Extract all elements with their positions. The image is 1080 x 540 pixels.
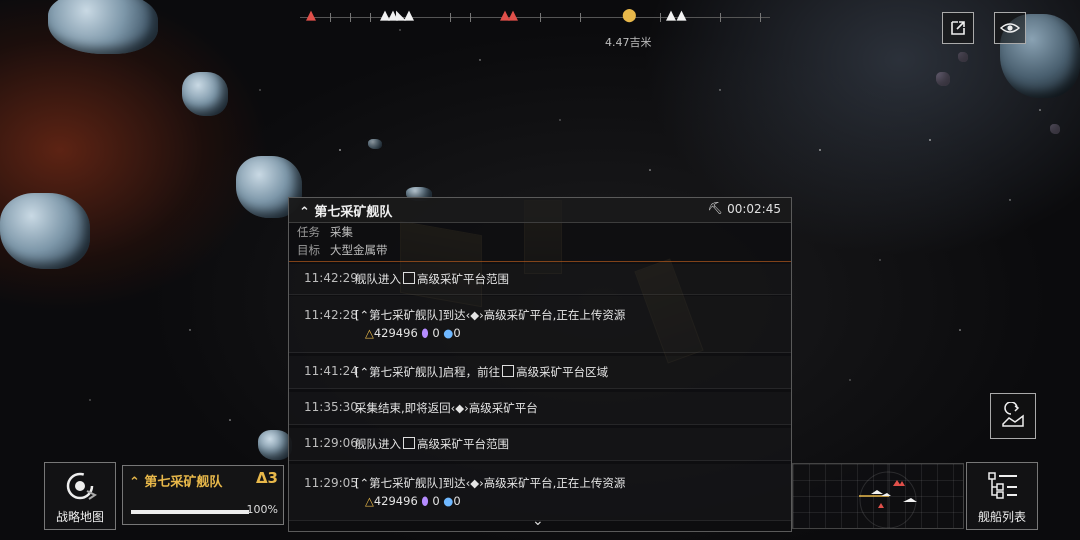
distance-readout: 4.47吉米 <box>605 36 652 49</box>
asteroid <box>1050 124 1060 134</box>
compass-tick <box>350 13 351 22</box>
log-message: [⌃第七采矿舰队]到达‹◆›高级采矿平台,正在上传资源 <box>355 308 626 322</box>
minimap-markers <box>859 464 917 528</box>
crystal-icon: ⬮ <box>421 326 429 340</box>
log-row: 11:42:28 [⌃第七采矿舰队]到达‹◆›高级采矿平台,正在上传资源 △42… <box>289 296 791 353</box>
log-row: 11:29:06 舰队进入 高级采矿平台范围 <box>289 428 791 461</box>
gold-location-pin-icon[interactable]: ⬤ <box>622 8 636 23</box>
panel-timer: 00:02:45 <box>727 202 781 216</box>
fleet-chevron-icon: ⌃ <box>299 205 315 220</box>
asteroid <box>182 72 228 116</box>
map-arrow-icon <box>1002 402 1024 427</box>
panel-title: ⌃ 第七采矿舰队 <box>299 205 393 220</box>
asteroid <box>958 52 968 62</box>
asteroid <box>0 193 90 269</box>
square-platform-icon <box>502 365 515 377</box>
compass-tick <box>720 13 721 22</box>
diamond-platform-icon: ‹◆› <box>465 308 484 322</box>
fleet-chevron-icon: ⌃ <box>129 475 145 490</box>
metal-icon: △ <box>365 494 374 508</box>
white-fleet-marker-icon[interactable]: ▲ ▲ <box>666 8 686 23</box>
compass-bar: ▲ ▲▲◣▲ ▲▲ ⬤ ▲ ▲ 4.47吉米 <box>300 6 770 49</box>
map-tool-button[interactable] <box>990 393 1036 439</box>
crystal-icon: ⬮ <box>421 494 429 508</box>
ship-list-button[interactable]: 舰船列表 <box>966 462 1038 530</box>
log-time: 11:42:28 <box>304 308 358 322</box>
white-fleet-marker-icon[interactable]: ▲▲◣▲ <box>380 8 414 23</box>
target-label: 目标 <box>297 243 320 257</box>
resource-line: △429496 ⬮ 0 ●0 <box>365 494 461 508</box>
target-value: 大型金属带 <box>330 243 388 257</box>
asteroid <box>258 430 292 460</box>
resource-line: △429496 ⬮ 0 ●0 <box>365 326 461 340</box>
panel-header: ⌃ 第七采矿舰队 ⛏ 00:02:45 <box>289 198 791 223</box>
log-message: [⌃第七采矿舰队]启程，前往 高级采矿平台区域 <box>355 365 609 379</box>
fleet-chevron-icon: ⌃ <box>359 476 370 490</box>
fleet-log-panel: ⌃ 第七采矿舰队 ⛏ 00:02:45 任务 采集 目标 大型金属带 11:42:2… <box>288 197 792 532</box>
mining-icon: ⛏ <box>707 201 723 215</box>
log-time: 11:35:30 <box>304 400 358 414</box>
diamond-platform-icon: ‹◆› <box>465 476 484 490</box>
square-platform-icon <box>403 272 415 284</box>
log-time: 11:29:05 <box>304 476 358 490</box>
orange-separator <box>289 261 791 262</box>
fleet-chevron-icon: ⌃ <box>359 365 370 379</box>
square-platform-icon <box>403 437 415 449</box>
task-value: 采集 <box>330 225 353 239</box>
eye-icon <box>1000 23 1020 33</box>
diamond-platform-icon: ‹◆› <box>450 401 469 415</box>
fleet-progress-text: 100% <box>246 503 278 516</box>
task-line: 任务 采集 <box>297 224 353 240</box>
compass-tick <box>330 13 331 22</box>
asteroid <box>368 139 382 149</box>
red-triangle-marker-icon[interactable]: ▲ <box>306 8 316 23</box>
minimap[interactable] <box>792 463 964 529</box>
log-message: [⌃第七采矿舰队]到达‹◆›高级采矿平台,正在上传资源 <box>355 476 626 490</box>
target-radar-icon <box>66 472 97 500</box>
log-time: 11:41:24 <box>304 364 358 378</box>
compass-tick <box>370 13 371 22</box>
fleet-chevron-icon: ⌃ <box>359 308 370 322</box>
compass-tick <box>660 13 661 22</box>
list-tree-icon <box>988 472 1017 499</box>
log-time: 11:29:06 <box>304 436 358 450</box>
log-message: 采集结束,即将返回‹◆›高级采矿平台 <box>355 401 538 415</box>
compass-tick <box>580 13 581 22</box>
fleet-card-name: ⌃ 第七采矿舰队 <box>129 475 223 490</box>
log-row: 11:41:24 [⌃第七采矿舰队]启程，前往 高级采矿平台区域 <box>289 356 791 389</box>
fleet-ship-count: Δ3 <box>255 469 278 487</box>
compass-tick <box>470 13 471 22</box>
red-fleet-marker-icon[interactable]: ▲▲ <box>500 8 518 23</box>
asteroid <box>48 0 158 54</box>
metal-icon: △ <box>365 326 374 340</box>
view-toggle-button[interactable] <box>994 12 1026 44</box>
strategy-map-label: 战略地图 <box>55 510 104 524</box>
log-message: 舰队进入 高级采矿平台范围 <box>355 272 509 286</box>
fleet-progress-bar <box>131 510 249 514</box>
task-label: 任务 <box>297 225 320 239</box>
compass-tick <box>760 13 761 22</box>
compass-tick <box>450 13 451 22</box>
gas-icon: ● <box>443 326 454 340</box>
gas-icon: ● <box>443 494 454 508</box>
fleet-card[interactable]: ⌃ 第七采矿舰队 Δ3 100% <box>122 465 284 525</box>
chevron-down-icon[interactable]: ⌄ <box>532 513 544 529</box>
compass-tick <box>540 13 541 22</box>
strategy-map-button[interactable]: 战略地图 <box>44 462 116 530</box>
target-line: 目标 大型金属带 <box>297 242 388 258</box>
share-button[interactable] <box>942 12 974 44</box>
asteroid <box>936 72 950 86</box>
log-message: 舰队进入 高级采矿平台范围 <box>355 437 509 451</box>
ship-list-label: 舰船列表 <box>977 510 1026 524</box>
log-time: 11:42:29 <box>304 271 358 285</box>
external-link-icon <box>951 21 965 35</box>
fleet-progress-fill <box>131 510 249 514</box>
log-row: 11:42:29 舰队进入 高级采矿平台范围 <box>289 264 791 295</box>
log-row: 11:35:30 采集结束,即将返回‹◆›高级采矿平台 <box>289 392 791 425</box>
